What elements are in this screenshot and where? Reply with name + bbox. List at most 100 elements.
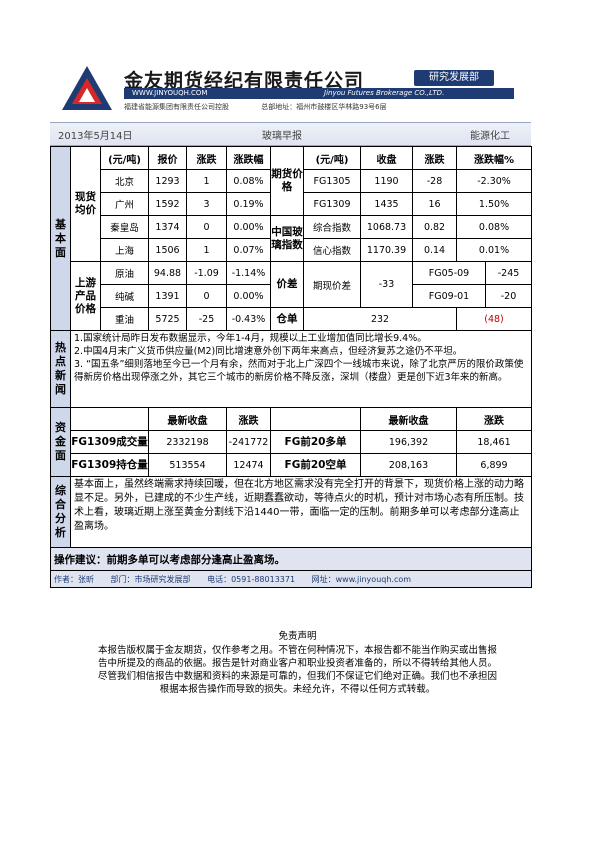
upstream-price: 1391 — [148, 284, 187, 308]
spot-city: 上海 — [100, 238, 149, 262]
analysis-label: 综合分析 — [50, 476, 71, 548]
report-header: 金友期货经纪有限责任公司 研究发展部 WWW.JINYOUQH.COM Jiny… — [50, 58, 531, 120]
spot-price: 1506 — [148, 238, 187, 262]
futures-change: 16 — [412, 192, 458, 216]
department-badge: 研究发展部 — [414, 70, 494, 86]
capital-value: 2332198 — [148, 430, 227, 454]
upstream-change: 0 — [186, 284, 227, 308]
header-subline: 福建省能源集团有限责任公司控股 总部地址：福州市鼓楼区华林路93号6层 — [124, 102, 417, 112]
report-title-bar: 2013年5月14日 玻璃早报 能源化工 — [50, 122, 531, 146]
spot-pct: 0.08% — [226, 169, 271, 193]
news-label: 热点新闻 — [50, 330, 71, 408]
disclaimer-line: 告中所提及的商品的依据。报告是针对商业客户和职业投资者准备的，所以不得转给其他人… — [97, 658, 497, 669]
capital-change: 12474 — [226, 453, 271, 477]
futures-change: -28 — [412, 169, 458, 193]
upstream-price: 94.88 — [148, 261, 187, 285]
spot-pct: 0.07% — [226, 238, 271, 262]
upstream-pct: 0.00% — [226, 284, 271, 308]
warehouse-label: 仓单 — [270, 307, 304, 331]
capital-change: 18,461 — [456, 430, 533, 454]
capital-header-row: 资金面 最新收盘 涨跌 最新收盘 涨跌 — [50, 407, 533, 477]
table-row: 上游产品价格 原油 94.88 -1.09 -1.14% 价差 期现价差 -33… — [51, 261, 533, 331]
capital-blank-cell — [70, 407, 149, 431]
index-name: 综合指数 — [302, 215, 362, 239]
warehouse-value: 232 — [302, 307, 458, 331]
capital-change: -241772 — [226, 430, 271, 454]
disclaimer: 免责声明 本报告版权属于金友期货，仅作参考之用。不管在何种情况下，本报告都不能当… — [50, 630, 545, 696]
company-english-name: Jinyou Futures Brokerage CO.,LTD. — [324, 89, 445, 97]
news-content: 1.国家统计局昨日发布数据显示，今年1-4月，规模以上工业增加值同比增长9.4%… — [69, 330, 533, 408]
news-item: 3. “国五条”细则落地至今已一个月有余，然而对于北上广深四个一线城市来说，除了… — [74, 359, 524, 383]
table-row: FG1309持仓量 513554 12474 FG前20空单 208,163 6… — [51, 453, 533, 477]
upstream-name: 纯碱 — [100, 284, 149, 308]
spread-pair-value: -20 — [485, 284, 533, 308]
spot-change: 3 — [186, 192, 227, 216]
futures-contract: FG1305 — [302, 169, 362, 193]
spot-price: 1592 — [148, 192, 187, 216]
column-header: 涨跌 — [186, 146, 227, 170]
column-header: 涨跌 — [456, 407, 533, 431]
report-name: 玻璃早报 — [262, 131, 302, 142]
upstream-pct: -1.14% — [226, 261, 271, 285]
hq-address: 总部地址：福州市鼓楼区华林路93号6层 — [261, 103, 387, 111]
operation-advice: 操作建议：前期多单可以考虑部分逢高止盈离场。 — [49, 547, 533, 571]
report-sheet: 金友期货经纪有限责任公司 研究发展部 WWW.JINYOUQH.COM Jiny… — [49, 58, 533, 606]
capital-value: 196,392 — [360, 430, 458, 454]
website-banner-text: WWW.JINYOUQH.COM — [132, 89, 208, 97]
footer-website: 网址：www.jinyouqh.com — [311, 574, 412, 584]
spot-group-label: 现货均价 — [70, 146, 101, 262]
footer-row: 作者：张昕 部门：市场研究发展部 电话：0591-88013371 网址：www… — [49, 570, 533, 588]
index-pct: 0.08% — [456, 215, 533, 239]
futures-pct: -2.30% — [456, 169, 533, 193]
capital-label: 资金面 — [50, 407, 71, 477]
index-value: 1068.73 — [360, 215, 414, 239]
column-header: 涨跌幅 — [226, 146, 271, 170]
spot-city: 秦皇岛 — [100, 215, 149, 239]
shareholder-note: 福建省能源集团有限责任公司控股 — [124, 103, 229, 111]
spot-city: 北京 — [100, 169, 149, 193]
footer-department: 部门：市场研究发展部 — [110, 574, 191, 584]
report-date: 2013年5月14日 — [58, 131, 133, 142]
column-header: 涨跌幅% — [456, 146, 533, 170]
table-row: 重油 5725 -25 -0.43% 仓单 232 (48) — [51, 307, 533, 331]
news-item: 2.中国4月末广义货币供应量(M2)同比增速意外创下两年来高点，但经济复苏之途仍… — [74, 346, 463, 357]
column-header: (元/吨) — [302, 146, 362, 170]
news-row: 热点新闻 1.国家统计局昨日发布数据显示，今年1-4月，规模以上工业增加值同比增… — [50, 330, 533, 408]
spread-pair: FG09-01 — [412, 284, 487, 308]
report-sector: 能源化工 — [470, 131, 510, 142]
spot-city: 广州 — [100, 192, 149, 216]
index-value: 1170.39 — [360, 238, 414, 262]
spread-label: 价差 — [270, 261, 304, 308]
report-footer: 作者：张昕 部门：市场研究发展部 电话：0591-88013371 网址：www… — [49, 570, 533, 588]
footer-author: 作者：张昕 — [54, 574, 94, 584]
spread-value: -33 — [360, 261, 414, 308]
spot-price: 1374 — [148, 215, 187, 239]
spot-pct: 0.19% — [226, 192, 271, 216]
news-item: 1.国家统计局昨日发布数据显示，今年1-4月，规模以上工业增加值同比增长9.4%… — [74, 333, 427, 344]
spread-pair: FG05-09 — [412, 261, 487, 285]
futures-group-label: 期货价格 — [270, 146, 304, 216]
upstream-pct: -0.43% — [226, 307, 271, 331]
disclaimer-title: 免责声明 — [278, 631, 317, 642]
disclaimer-line: 根据本报告操作而导致的损失。未经允许，不得以任何方式转载。 — [159, 684, 436, 695]
upstream-change: -25 — [186, 307, 227, 331]
footer-phone: 电话：0591-88013371 — [207, 574, 296, 584]
column-header: 最新收盘 — [360, 407, 458, 431]
upstream-change: -1.09 — [186, 261, 227, 285]
glass-index-label: 中国玻璃指数 — [270, 215, 304, 262]
analysis-row: 综合分析 基本面上，虽然终端需求持续回暖，但在北方地区需求没有完全打开的背景下，… — [50, 476, 533, 548]
spot-change: 1 — [186, 238, 227, 262]
spot-header-row: 基本面 现货均价 (元/吨) 报价 涨跌 涨跌幅 期货价格 (元/吨) 收盘 涨… — [50, 146, 533, 331]
column-header: 报价 — [148, 146, 187, 170]
capital-value: 208,163 — [360, 453, 458, 477]
table-row: 秦皇岛 1374 0 0.00% 中国玻璃指数 综合指数 1068.73 0.8… — [51, 215, 533, 262]
company-logo-icon — [62, 66, 112, 110]
spot-pct: 0.00% — [226, 215, 271, 239]
website-banner: WWW.JINYOUQH.COM Jinyou Futures Brokerag… — [124, 88, 514, 99]
futures-contract: FG1309 — [302, 192, 362, 216]
disclaimer-line: 本报告版权属于金友期货，仅作参考之用。不管在何种情况下，本报告都不能当作购买或出… — [97, 645, 497, 656]
spread-pair-value: -245 — [485, 261, 533, 285]
futures-close: 1435 — [360, 192, 414, 216]
upstream-name: 重油 — [100, 307, 149, 331]
futures-pct: 1.50% — [456, 192, 533, 216]
